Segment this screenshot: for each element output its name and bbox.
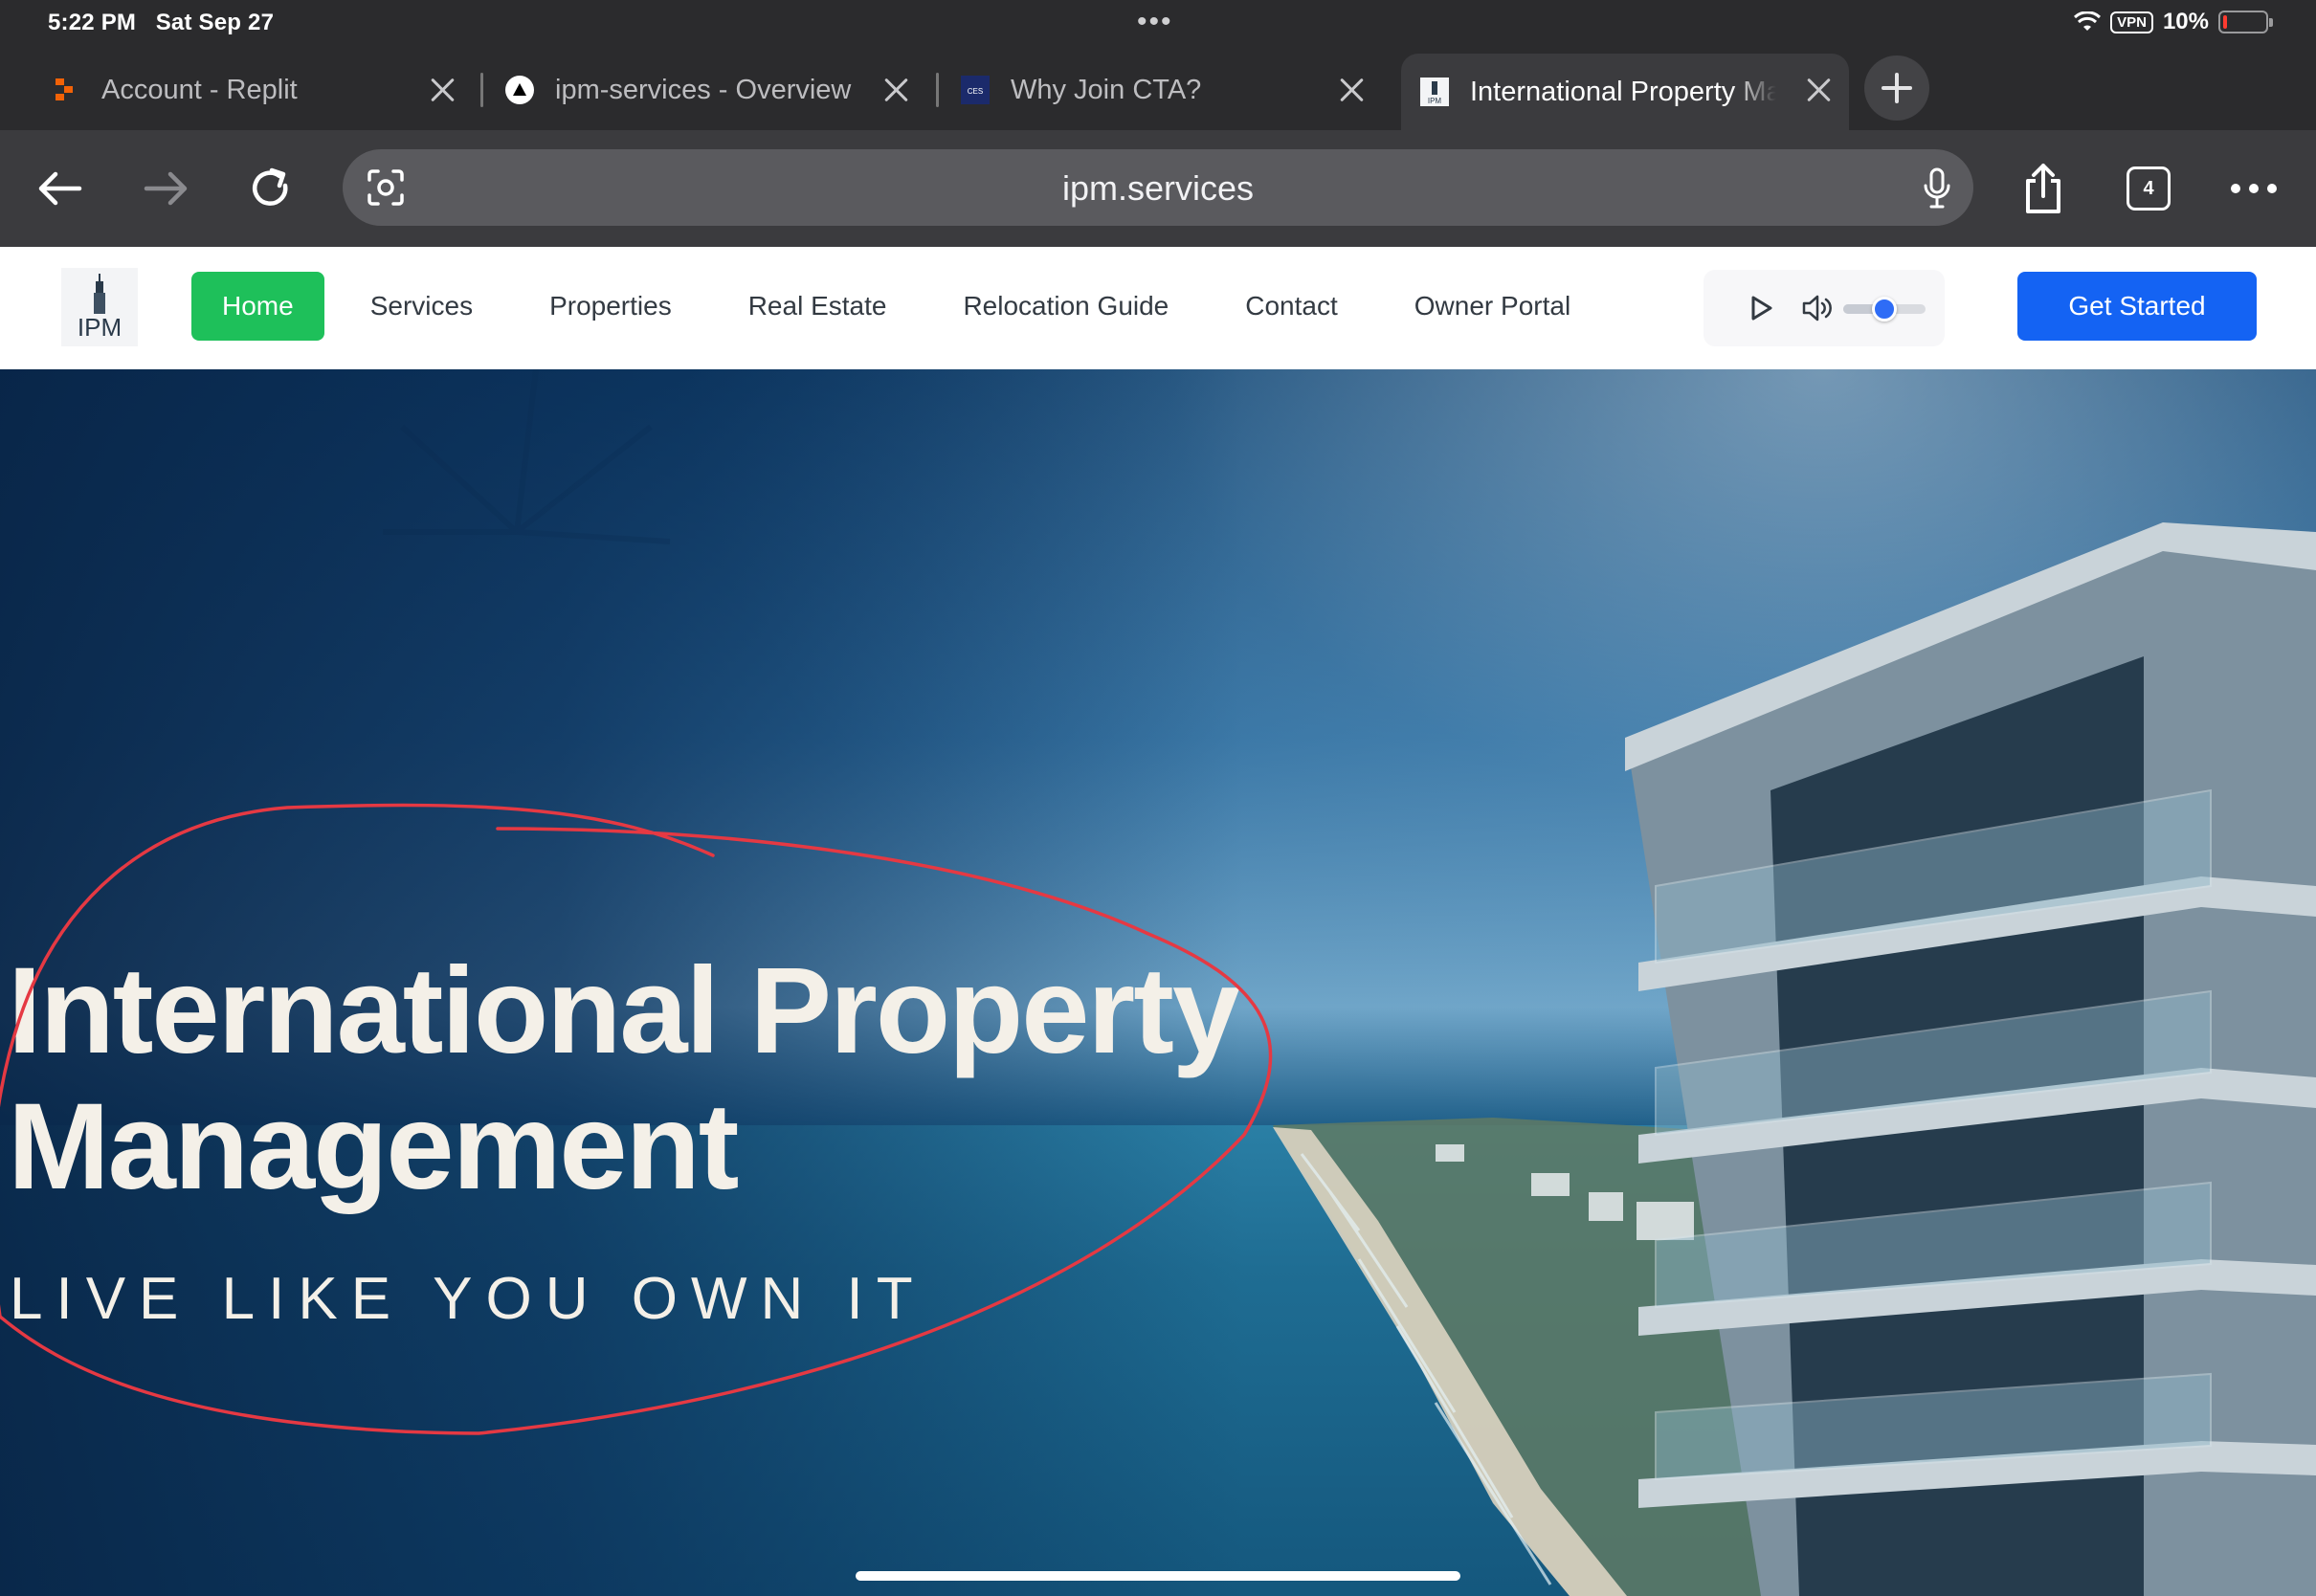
nav-menu: Home Services Properties Real Estate Rel… [191, 272, 1616, 341]
close-tab-icon[interactable] [425, 73, 459, 107]
site-logo[interactable]: IPM [61, 268, 138, 346]
hero-section: International Property Management LIVE L… [0, 369, 2316, 1596]
status-bar: 5:22 PM Sat Sep 27 ••• VPN 10% [0, 0, 2316, 44]
tab-replit[interactable]: Account - Replit [52, 54, 473, 126]
more-dots-icon [2231, 184, 2277, 193]
tab-count: 4 [2127, 166, 2171, 211]
browser-toolbar: ipm.services 4 [0, 130, 2316, 247]
tower-icon [94, 274, 105, 314]
close-tab-icon[interactable] [1334, 73, 1369, 107]
svg-text:CES: CES [968, 87, 983, 96]
arrow-left-icon [38, 171, 82, 206]
annotation-circle [0, 803, 1273, 1435]
tab-strip: Account - Replit ipm-services - Overview… [0, 44, 2316, 130]
wifi-icon [2074, 11, 2102, 31]
replit-icon [56, 78, 73, 100]
address-bar[interactable]: ipm.services [343, 149, 1973, 226]
reload-button[interactable] [239, 157, 302, 220]
reload-icon [252, 167, 288, 206]
get-started-button[interactable]: Get Started [2017, 272, 2257, 341]
nav-home[interactable]: Home [191, 272, 324, 341]
status-indicators: VPN 10% [2074, 9, 2273, 35]
close-tab-icon[interactable] [879, 73, 913, 107]
svg-text:IPM: IPM [1428, 97, 1442, 105]
volume-slider[interactable] [1843, 297, 1926, 321]
nav-contact[interactable]: Contact [1214, 272, 1369, 341]
nav-owner-portal[interactable]: Owner Portal [1384, 272, 1601, 341]
vpn-badge: VPN [2110, 11, 2153, 33]
share-icon [2026, 164, 2060, 213]
volume-icon[interactable] [1801, 293, 1834, 323]
volume-slider-thumb[interactable] [1872, 297, 1897, 321]
ipm-icon: IPM [1420, 78, 1449, 106]
nav-relocation-guide[interactable]: Relocation Guide [932, 272, 1199, 341]
multitasking-dots-icon[interactable]: ••• [1137, 6, 1173, 38]
tab-international-property-management[interactable]: IPM International Property Management [1401, 54, 1849, 130]
site-navbar: IPM Home Services Properties Real Estate… [0, 247, 2316, 369]
close-tab-icon[interactable] [1801, 73, 1836, 107]
microphone-icon[interactable] [1922, 166, 1952, 211]
back-button[interactable] [29, 157, 92, 220]
battery-icon [2218, 11, 2273, 33]
home-indicator[interactable] [856, 1571, 1460, 1581]
audio-player [1704, 270, 1945, 346]
arrow-right-icon [144, 171, 188, 206]
tab-why-join-cta[interactable]: CES Why Join CTA? [961, 54, 1382, 126]
new-tab-button[interactable] [1864, 55, 1929, 121]
ces-icon: CES [961, 76, 990, 104]
url-text: ipm.services [1061, 168, 1255, 208]
nav-services[interactable]: Services [340, 272, 503, 341]
share-button[interactable] [2012, 157, 2075, 220]
status-time: 5:22 PM Sat Sep 27 [48, 10, 275, 35]
vercel-icon [505, 76, 534, 104]
forward-button[interactable] [134, 157, 197, 220]
nav-real-estate[interactable]: Real Estate [718, 272, 918, 341]
battery-percent: 10% [2162, 9, 2209, 34]
tab-overview-button[interactable]: 4 [2117, 157, 2180, 220]
tab-ipm-services-overview[interactable]: ipm-services - Overview [505, 54, 926, 126]
more-menu-button[interactable] [2222, 157, 2285, 220]
nav-properties[interactable]: Properties [519, 272, 702, 341]
play-icon[interactable] [1748, 295, 1774, 321]
